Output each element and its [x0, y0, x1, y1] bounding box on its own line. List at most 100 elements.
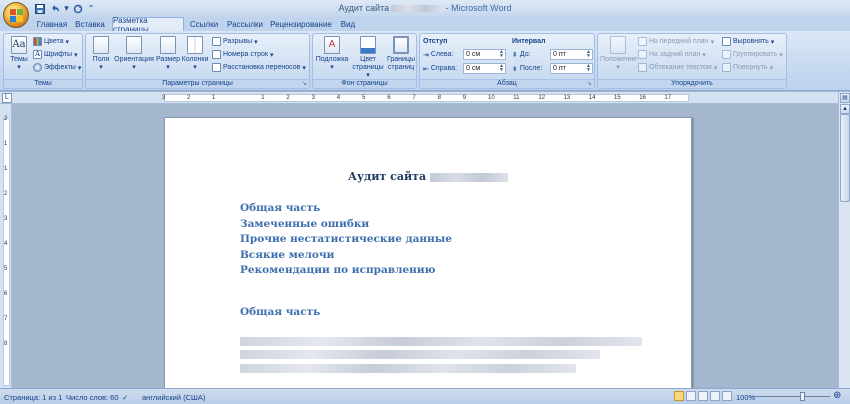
ruler-strip — [164, 94, 689, 102]
page-count[interactable]: Страница: 1 из 1 — [4, 393, 62, 402]
theme-colors-button[interactable]: Цвета ▾ — [33, 36, 69, 47]
margins-icon — [93, 36, 109, 54]
web-layout-icon[interactable] — [698, 391, 708, 401]
vertical-ruler-tick-label: 1 — [4, 141, 8, 147]
print-layout-icon[interactable] — [674, 391, 684, 401]
group-label-page-background: Фон страницы — [313, 79, 416, 88]
indent-right-input[interactable]: 0 см ▲ ▼ — [463, 63, 506, 74]
align-button[interactable]: Выровнять ▾ — [722, 36, 774, 47]
status-bar: Страница: 1 из 1 Число слов: 60 ✓ англий… — [0, 388, 850, 404]
theme-colors-label: Цвета — [44, 38, 64, 45]
zoom-level[interactable]: 100% — [736, 393, 755, 402]
spacing-before-spin-icon[interactable]: ▲ ▼ — [586, 50, 591, 59]
breaks-label: Разрывы — [223, 38, 253, 45]
toc-item[interactable]: Замеченные ошибки — [240, 217, 452, 233]
section-heading[interactable]: Общая часть — [240, 306, 320, 318]
line-numbers-button[interactable]: Номера строк ▾ — [212, 49, 273, 60]
document-page[interactable]: Аудит сайта Общая часть Замеченные ошибк… — [164, 117, 692, 392]
ribbon: Aa Темы ▾ Цвета ▾ A Шрифты ▾ Эффекты ▾ Те… — [0, 31, 850, 91]
draft-icon[interactable] — [722, 391, 732, 401]
redacted-paragraph-line — [240, 350, 600, 359]
breaks-button[interactable]: Разрывы ▾ — [212, 36, 258, 47]
position-icon — [610, 36, 626, 54]
ruler-tick-label: 12 — [538, 95, 546, 101]
indent-right-value: 0 см — [466, 65, 481, 72]
indent-left-input[interactable]: 0 см ▲ ▼ — [463, 49, 506, 60]
toc-item[interactable]: Рекомендации по исправлению — [240, 263, 452, 279]
group-objects-button[interactable]: Группировать ▾ — [722, 49, 783, 60]
columns-icon — [187, 36, 203, 54]
indent-left-spin-icon[interactable]: ▲ ▼ — [499, 50, 504, 59]
tab-view[interactable]: Вид — [337, 17, 359, 31]
tab-selector-icon[interactable]: L — [2, 93, 12, 103]
outline-icon[interactable] — [710, 391, 720, 401]
page-setup-dialog-launcher-icon[interactable]: ↘ — [302, 80, 307, 87]
columns-button[interactable]: Колонки ▾ — [181, 36, 209, 72]
theme-fonts-button[interactable]: A Шрифты ▾ — [33, 49, 78, 60]
tab-references[interactable]: Ссылки — [188, 17, 220, 31]
ruler-tick-label: 8 — [437, 95, 441, 101]
zoom-slider-track[interactable] — [750, 396, 830, 397]
tab-review[interactable]: Рецензирование — [270, 17, 332, 31]
bring-front-icon — [638, 37, 647, 46]
group-label-paragraph: Абзац — [420, 79, 594, 88]
group-themes: Aa Темы ▾ Цвета ▾ A Шрифты ▾ Эффекты ▾ Те… — [3, 33, 83, 89]
themes-button[interactable]: Aa Темы ▾ — [6, 36, 32, 72]
proofing-icon[interactable]: ✓ — [122, 393, 128, 402]
tab-home[interactable]: Главная — [34, 17, 70, 31]
spacing-before-label: До: — [519, 51, 531, 58]
ruler-tick-label: 11 — [513, 95, 520, 101]
full-screen-reading-icon[interactable] — [686, 391, 696, 401]
position-label: Положение — [600, 56, 637, 63]
ruler-tick-label: 3 — [311, 95, 315, 101]
ruler-tick-label: 17 — [664, 95, 672, 101]
zoom-in-icon[interactable]: ⊕ — [833, 390, 841, 401]
ruler-toggle-icon[interactable]: ▤ — [840, 93, 850, 103]
language-indicator[interactable]: английский (США) — [142, 393, 205, 402]
line-numbers-icon — [212, 50, 221, 59]
scroll-up-icon[interactable]: ▲ — [840, 104, 850, 114]
minimize-icon[interactable] — [834, 2, 846, 14]
rotate-button[interactable]: Повернуть ▾ — [722, 62, 773, 73]
text-wrap-button[interactable]: Обтекание текстом ▾ — [638, 62, 717, 73]
spacing-before-input[interactable]: 0 пт ▲ ▼ — [550, 49, 593, 60]
office-button[interactable] — [3, 2, 29, 28]
breaks-icon — [212, 37, 221, 46]
margins-button[interactable]: Поля ▾ — [88, 36, 114, 72]
hyphenation-button[interactable]: Расстановка переносов ▾ — [212, 62, 306, 73]
spacing-after-input[interactable]: 0 пт ▲ ▼ — [550, 63, 593, 74]
indent-right-spin-icon[interactable]: ▲ ▼ — [499, 64, 504, 73]
theme-effects-button[interactable]: Эффекты ▾ — [33, 62, 81, 73]
document-title[interactable]: Аудит сайта — [165, 170, 691, 183]
orientation-label: Ориентация — [114, 56, 154, 63]
theme-fonts-icon: A — [33, 50, 42, 59]
redacted-paragraph-line — [240, 364, 576, 373]
orientation-button[interactable]: Ориентация ▾ — [114, 36, 154, 72]
paragraph-dialog-launcher-icon[interactable]: ↘ — [587, 80, 592, 87]
position-button[interactable]: Положение ▾ — [600, 36, 637, 72]
page-color-button[interactable]: Цвет страницы ▾ — [351, 36, 385, 80]
page-borders-button[interactable]: Границы страниц — [385, 36, 417, 72]
vertical-ruler-tick-label: 2 — [4, 116, 8, 122]
bring-front-button[interactable]: На передний план ▾ — [638, 36, 714, 47]
page-color-icon — [360, 36, 376, 54]
word-count[interactable]: Число слов: 60 — [66, 393, 119, 402]
spacing-after-spin-icon[interactable]: ▲ ▼ — [586, 64, 591, 73]
scroll-thumb[interactable] — [840, 114, 850, 202]
send-back-button[interactable]: На задний план ▾ — [638, 49, 706, 60]
toc-item[interactable]: Прочие нестатистические данные — [240, 232, 452, 248]
theme-effects-icon — [33, 63, 42, 72]
toc-item[interactable]: Всякие мелочи — [240, 248, 452, 264]
tab-mailings[interactable]: Рассылки — [226, 17, 264, 31]
vertical-scrollbar[interactable]: ▤ ▲ — [838, 92, 850, 388]
watermark-button[interactable]: A Подложка ▾ — [315, 36, 349, 72]
size-button[interactable]: Размер ▾ — [155, 36, 181, 72]
toc-item[interactable]: Общая часть — [240, 201, 452, 217]
document-title-text: Аудит сайта — [348, 170, 427, 183]
title-bar: ▾ ⁼ Аудит сайта - Microsoft Word — [0, 0, 850, 17]
tab-insert[interactable]: Вставка — [72, 17, 108, 31]
zoom-slider-thumb[interactable] — [800, 392, 805, 401]
rotate-icon — [722, 63, 731, 72]
indent-left-label: Слева: — [430, 51, 454, 58]
tab-page-layout[interactable]: Разметка страницы — [112, 16, 184, 34]
